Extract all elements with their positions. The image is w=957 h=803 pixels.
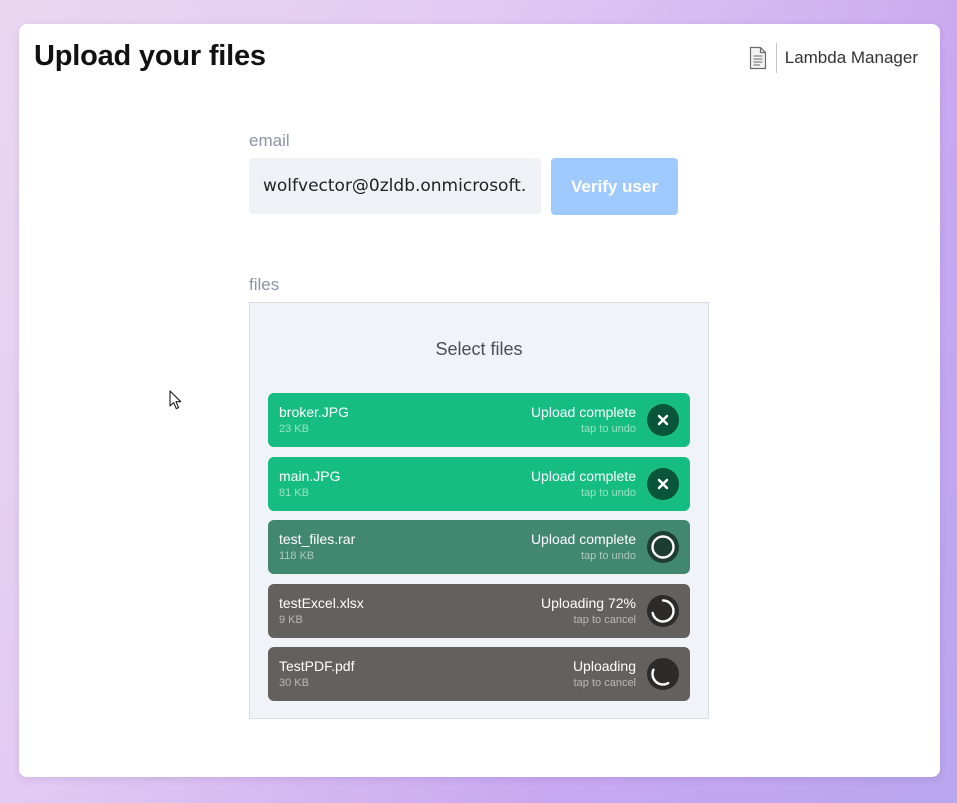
file-status: Upload complete (530, 404, 636, 420)
file-action-hint: tap to undo (580, 423, 636, 435)
file-action-hint: tap to undo (580, 486, 636, 499)
file-item: main.JPG 81 KB Upload complete tap to undo (268, 456, 690, 511)
file-name: test_files.rar (279, 531, 356, 547)
file-status: Upload complete (530, 467, 636, 484)
brand-name: Lambda Manager (784, 48, 918, 67)
file-size: 118 KB (279, 550, 315, 562)
file-status: Uploading (572, 658, 636, 674)
file-size: 30 KB (279, 677, 309, 689)
file-status: Uploading 72% (541, 594, 636, 611)
progress-ring-icon (651, 598, 675, 623)
file-item: test_files.rar 118 KB Upload complete tap t… (268, 520, 690, 574)
cancel-upload-button[interactable] (647, 594, 679, 627)
select-files-link[interactable]: Select files (250, 339, 708, 360)
file-item: TestPDF.pdf 30 KB Uploading tap to cancel (268, 647, 690, 701)
verify-user-button[interactable]: Verify user (551, 158, 678, 215)
email-input[interactable] (249, 158, 541, 214)
file-dropzone[interactable]: Select files broker.JPG 23 KB Upload compl… (249, 302, 709, 719)
file-item: broker.JPG 23 KB Upload complete tap to und… (268, 393, 690, 447)
file-size: 9 KB (279, 613, 303, 626)
file-action-hint: tap to undo (580, 550, 636, 562)
brand: Lambda Manager (749, 43, 918, 73)
file-list: broker.JPG 23 KB Upload complete tap to und… (268, 393, 690, 711)
undo-upload-button[interactable] (647, 467, 679, 500)
spinner-icon (651, 668, 670, 686)
file-action-hint: tap to cancel (573, 613, 636, 626)
email-label: email (249, 131, 290, 150)
mouse-cursor-icon (169, 390, 182, 410)
file-item: testExcel.xlsx 9 KB Uploading 72% tap to ca… (268, 583, 690, 638)
file-name: testExcel.xlsx (279, 594, 364, 611)
file-name: TestPDF.pdf (279, 658, 355, 674)
file-name: broker.JPG (279, 404, 350, 420)
brand-divider (775, 43, 777, 73)
ring-icon (651, 535, 675, 559)
undo-upload-button[interactable] (647, 531, 679, 563)
cancel-upload-button[interactable] (647, 658, 679, 690)
page-title: Upload your files (34, 40, 266, 72)
file-status: Upload complete (530, 531, 636, 547)
file-size: 23 KB (279, 423, 309, 435)
upload-card: Upload your files Lambda Manager email V… (19, 24, 940, 777)
file-action-hint: tap to cancel (573, 677, 636, 689)
undo-x-icon (657, 478, 669, 489)
file-name: main.JPG (279, 467, 341, 484)
file-size: 81 KB (279, 486, 309, 499)
undo-x-icon (657, 414, 669, 426)
document-icon (749, 46, 767, 70)
files-label: files (249, 275, 280, 294)
undo-upload-button[interactable] (647, 404, 679, 436)
